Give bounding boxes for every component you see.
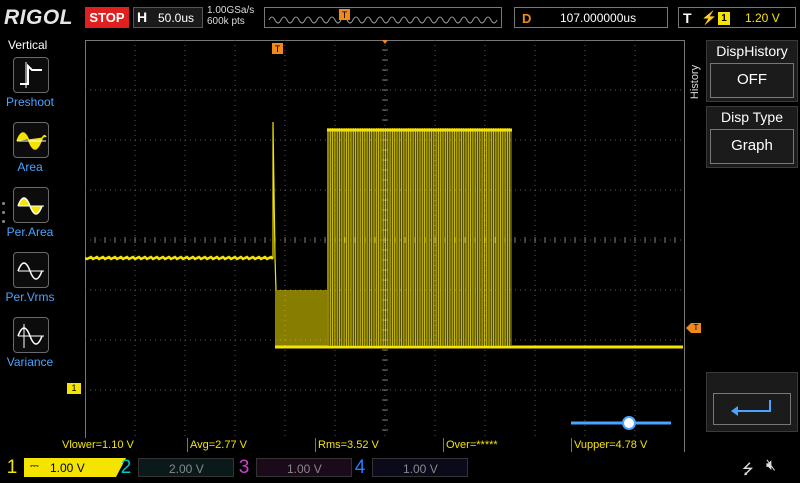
ch1-ground-marker[interactable]: 1 (67, 383, 81, 394)
meas-vlower[interactable]: Vlower=1.10 V (60, 438, 188, 452)
run-stop-indicator[interactable]: STOP (85, 7, 129, 28)
measure-vertical-menu: Vertical Preshoot Area Per.Area Per.Vrms… (0, 37, 60, 377)
right-softkey-panel: History DispHistory OFF Disp Type Graph (686, 40, 800, 480)
channel-scale: 1.00 V (287, 462, 322, 476)
waveform-overview-graphic: T (268, 9, 498, 24)
channel-4-body: 1.00 V (372, 458, 468, 477)
disp-history-softkey[interactable]: DispHistory OFF (706, 40, 798, 102)
trigger-delay[interactable]: D 107.000000us (514, 7, 668, 28)
waveform-canvas: T 1 T (85, 40, 685, 440)
channel-2-body: 2.00 V (138, 458, 234, 477)
slider-handle (622, 416, 636, 430)
channel-number: 1 (6, 457, 18, 478)
menu-item-label: Area (17, 160, 43, 174)
trace-segment (272, 121, 277, 291)
overview-trigger-glyph: T (342, 10, 348, 20)
channel-scale: 1.00 V (50, 461, 85, 475)
brand-logo: RIGOL (4, 6, 73, 29)
speaker-muted-icon[interactable]: 🔇︎ (766, 457, 776, 475)
meas-avg[interactable]: Avg=2.77 V (188, 438, 316, 452)
disp-history-title: DispHistory (707, 41, 797, 61)
channel-3-body: 1.00 V (256, 458, 352, 477)
menu-item-label: Per.Vrms (5, 290, 55, 304)
dc-coupling-icon: ⎓ (30, 460, 39, 472)
top-status-bar: RIGOL STOP H 50.0us 1.00GSa/s 600k pts T… (0, 0, 800, 34)
trigger-label: T (683, 10, 692, 26)
meas-rms[interactable]: Rms=3.52 V (316, 438, 444, 452)
disp-type-softkey[interactable]: Disp Type Graph (706, 106, 798, 168)
disp-type-title: Disp Type (707, 107, 797, 127)
channel-scale: 1.00 V (403, 462, 438, 476)
usb-icon: ⭍ (742, 461, 754, 477)
menu-item-preshoot[interactable]: Preshoot (0, 57, 60, 117)
channel-number: 3 (238, 457, 250, 478)
return-icon (713, 393, 791, 425)
intensity-slider (571, 416, 671, 430)
sample-rate: 1.00GSa/s (207, 5, 255, 16)
acquisition-info: 1.00GSa/s 600k pts (207, 5, 254, 27)
channel-1-body: ⎓ 1.00 V (24, 458, 116, 477)
trace-segment (85, 255, 274, 261)
horizontal-scale-value: 50.0us (158, 11, 195, 25)
disp-type-value: Graph (710, 129, 794, 164)
menu-item-label: Per.Area (6, 225, 54, 239)
menu-item-area[interactable]: Area (0, 122, 60, 182)
ch1-trace (85, 121, 683, 349)
delay-value: 107.000000us (560, 11, 637, 25)
channel-bar: 1 ⎓ 1.00 V 2 2.00 V 3 1.00 V 4 1.00 V ⭍ … (0, 455, 800, 480)
menu-item-variance[interactable]: Variance (0, 317, 60, 377)
menu-item-per-vrms[interactable]: Per.Vrms (0, 252, 60, 312)
trigger-source-badge: 1 (718, 12, 730, 25)
meas-vupper[interactable]: Vupper=4.78 V (572, 438, 685, 452)
horizontal-timebase[interactable]: H 50.0us (133, 7, 203, 28)
burst-envelope-low (275, 290, 327, 348)
history-tab[interactable]: History (686, 40, 706, 136)
trigger-time-marker: T (272, 40, 388, 54)
rising-edge-icon: ⚡ (701, 10, 718, 25)
menu-title: Vertical (8, 38, 48, 52)
measurement-results-bar: Vlower=1.10 V Avg=2.77 V Rms=3.52 V Over… (60, 438, 685, 452)
return-button[interactable] (706, 372, 798, 432)
history-tab-label: History (689, 64, 701, 100)
memory-depth: 600k pts (207, 16, 245, 27)
channel-number: 4 (354, 457, 366, 478)
delay-label: D (522, 11, 532, 26)
area-icon (13, 122, 49, 158)
disp-history-value: OFF (710, 63, 794, 98)
trigger-level-value: 1.20 V (745, 11, 780, 25)
per-area-icon (13, 187, 49, 223)
svg-text:T: T (275, 44, 281, 54)
menu-item-label: Preshoot (5, 95, 55, 109)
variance-icon (13, 317, 49, 353)
meas-overshoot[interactable]: Over=***** (444, 438, 572, 452)
waveform-display[interactable]: T 1 T (85, 40, 685, 440)
horizontal-label: H (137, 9, 148, 25)
menu-item-label: Variance (6, 355, 54, 369)
waveform-position-overview[interactable]: T (264, 7, 502, 28)
menu-item-per-area[interactable]: Per.Area (0, 187, 60, 247)
trigger-settings[interactable]: T ⚡ 1 1.20 V (678, 7, 796, 28)
channel-number: 2 (120, 457, 132, 478)
preshoot-icon (13, 57, 49, 93)
menu-page-indicator (2, 202, 6, 229)
channel-scale: 2.00 V (169, 462, 204, 476)
per-vrms-icon (13, 252, 49, 288)
